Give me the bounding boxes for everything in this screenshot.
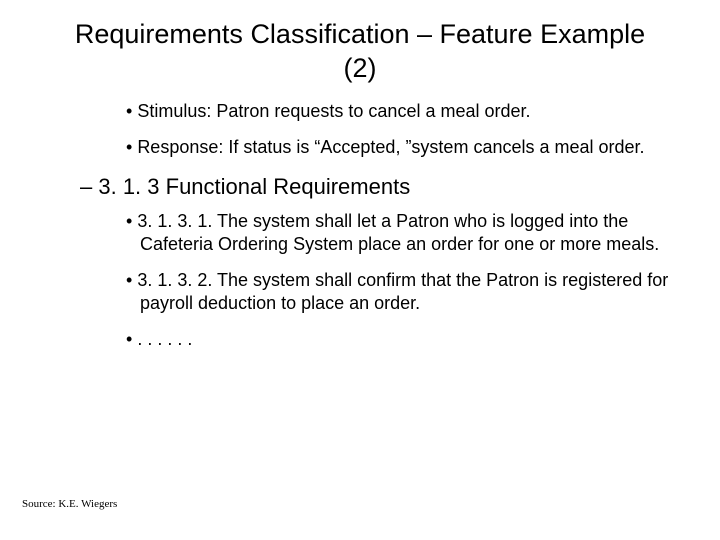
bullet-response: Response: If status is “Accepted, ”syste… <box>40 136 680 159</box>
bullet-req-2: 3. 1. 3. 2. The system shall confirm tha… <box>40 269 680 314</box>
slide: Requirements Classification – Feature Ex… <box>0 0 720 540</box>
bullet-req-1: 3. 1. 3. 1. The system shall let a Patro… <box>40 210 680 255</box>
source-attribution: Source: K.E. Wiegers <box>22 498 117 510</box>
bullet-stimulus: Stimulus: Patron requests to cancel a me… <box>40 100 680 123</box>
bullet-ellipsis: . . . . . . <box>40 328 680 351</box>
slide-title: Requirements Classification – Feature Ex… <box>0 0 720 94</box>
section-heading: 3. 1. 3 Functional Requirements <box>40 173 680 201</box>
slide-body: Stimulus: Patron requests to cancel a me… <box>0 94 720 351</box>
